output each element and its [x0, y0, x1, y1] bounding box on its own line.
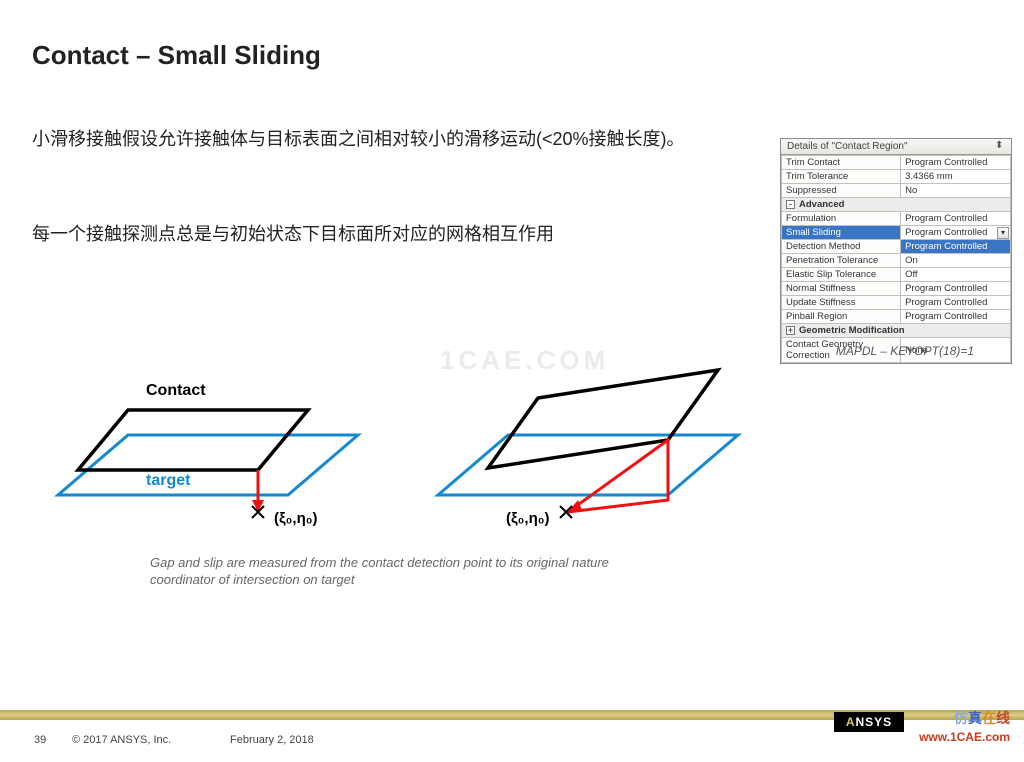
property-label: Trim Tolerance	[782, 170, 901, 184]
property-value[interactable]: Program Controlled	[901, 240, 1011, 254]
property-label: Pinball Region	[782, 310, 901, 324]
property-label: Suppressed	[782, 184, 901, 198]
paragraph-1: 小滑移接触假设允许接触体与目标表面之间相对较小的滑移运动(<20%接触长度)。	[32, 125, 764, 154]
footer-page: 39	[34, 734, 46, 746]
page-title: Contact – Small Sliding	[32, 40, 321, 71]
property-value[interactable]: On	[901, 254, 1011, 268]
mapdl-caption: MAPDL – KEYOPT(18)=1	[836, 344, 974, 358]
details-row[interactable]: Trim ContactProgram Controlled	[782, 156, 1011, 170]
toggle-icon[interactable]: +	[786, 326, 795, 335]
footer: 39 © 2017 ANSYS, Inc. February 2, 2018 A…	[0, 710, 1024, 762]
details-row[interactable]: Normal StiffnessProgram Controlled	[782, 282, 1011, 296]
details-row[interactable]: + Geometric Modification	[782, 324, 1011, 338]
details-row[interactable]: FormulationProgram Controlled	[782, 212, 1011, 226]
property-label: Trim Contact	[782, 156, 901, 170]
property-label: Small Sliding	[782, 226, 901, 240]
details-header: Details of "Contact Region" ⬍	[781, 139, 1011, 155]
footer-date: February 2, 2018	[230, 734, 314, 746]
property-label: Update Stiffness	[782, 296, 901, 310]
contact-label: Contact	[146, 382, 206, 399]
paragraph-2: 每一个接触探测点总是与初始状态下目标面所对应的网格相互作用	[32, 220, 764, 249]
diagram-caption: Gap and slip are measured from the conta…	[150, 555, 670, 589]
details-row[interactable]: Small SlidingProgram Controlled▾	[782, 226, 1011, 240]
property-value[interactable]: Program Controlled	[901, 212, 1011, 226]
property-label: Penetration Tolerance	[782, 254, 901, 268]
property-value[interactable]: No	[901, 184, 1011, 198]
details-panel: Details of "Contact Region" ⬍ Trim Conta…	[780, 138, 1012, 364]
property-value[interactable]: Program Controlled	[901, 282, 1011, 296]
footer-copyright: © 2017 ANSYS, Inc.	[72, 734, 171, 746]
details-row[interactable]: -Advanced	[782, 198, 1011, 212]
site-brand-url: www.1CAE.com	[919, 730, 1010, 744]
diagram: Contact target (ξ₀,η₀) (ξ₀,η₀)	[28, 340, 768, 550]
details-row[interactable]: Trim Tolerance3.4366 mm	[782, 170, 1011, 184]
toggle-icon[interactable]: -	[786, 200, 795, 209]
details-row[interactable]: SuppressedNo	[782, 184, 1011, 198]
property-value[interactable]: Program Controlled	[901, 296, 1011, 310]
property-label: Detection Method	[782, 240, 901, 254]
property-value[interactable]: 3.4366 mm	[901, 170, 1011, 184]
coord-left: (ξ₀,η₀)	[274, 510, 318, 527]
details-row[interactable]: Penetration ToleranceOn	[782, 254, 1011, 268]
property-label: Formulation	[782, 212, 901, 226]
details-header-text: Details of "Contact Region"	[787, 141, 908, 152]
property-label: Elastic Slip Tolerance	[782, 268, 901, 282]
section-label: Geometric Modification	[799, 325, 905, 336]
property-value[interactable]: Off	[901, 268, 1011, 282]
ansys-logo: ANSYS	[834, 712, 904, 732]
dropdown-arrow-icon[interactable]: ▾	[997, 227, 1009, 239]
property-label: Normal Stiffness	[782, 282, 901, 296]
property-value[interactable]: Program Controlled	[901, 310, 1011, 324]
details-row[interactable]: Detection MethodProgram Controlled	[782, 240, 1011, 254]
details-row[interactable]: Pinball RegionProgram Controlled	[782, 310, 1011, 324]
pin-icon[interactable]: ⬍	[995, 140, 1007, 152]
site-brand-cn: 仿真在线	[954, 708, 1010, 728]
section-label: Advanced	[799, 199, 844, 210]
coord-right: (ξ₀,η₀)	[506, 510, 550, 527]
target-label: target	[146, 472, 191, 489]
property-value[interactable]: Program Controlled▾	[901, 226, 1011, 240]
details-table: Trim ContactProgram ControlledTrim Toler…	[781, 155, 1011, 363]
details-row[interactable]: Elastic Slip ToleranceOff	[782, 268, 1011, 282]
property-value[interactable]: Program Controlled	[901, 156, 1011, 170]
details-row[interactable]: Update StiffnessProgram Controlled	[782, 296, 1011, 310]
